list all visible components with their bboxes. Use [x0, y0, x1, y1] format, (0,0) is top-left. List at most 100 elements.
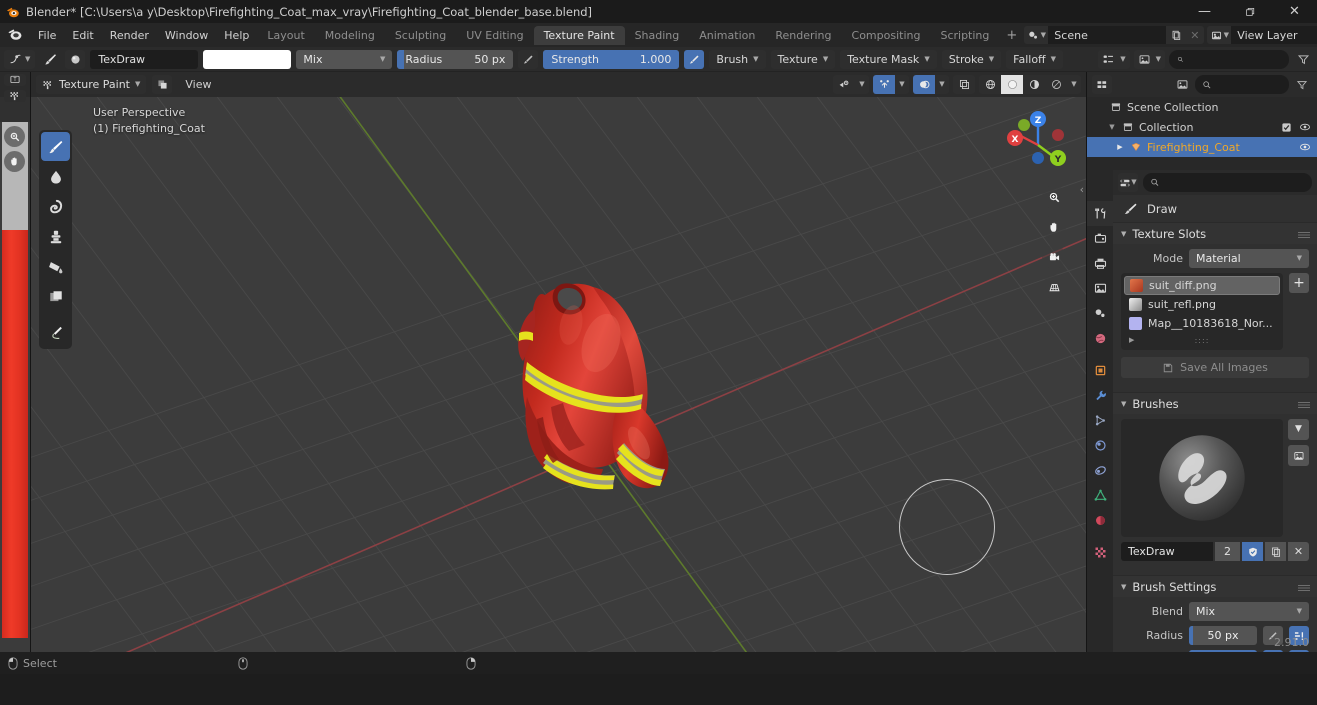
- outliner-search-field[interactable]: [1216, 77, 1282, 92]
- object-visibility-icon[interactable]: [833, 75, 855, 94]
- hand-icon[interactable]: [4, 151, 25, 172]
- outliner-row-scene-collection[interactable]: Scene Collection: [1087, 97, 1317, 117]
- texture-mask-popover[interactable]: Texture Mask ▼: [840, 49, 937, 69]
- list-expand-icon[interactable]: ▶: [1129, 336, 1134, 344]
- outliner-display-mode-icon[interactable]: [1172, 75, 1192, 94]
- navigation-gizmo[interactable]: Z X Y: [1002, 105, 1074, 177]
- chevron-down-icon[interactable]: ▼: [855, 75, 869, 94]
- panel-header-brush-settings[interactable]: ▼ Brush Settings: [1113, 575, 1317, 597]
- list-resize-grip[interactable]: ::::: [1195, 336, 1210, 345]
- duplicate-brush-button[interactable]: [1265, 542, 1286, 561]
- texture-paint-mode-icon[interactable]: [4, 90, 26, 102]
- wireframe-shading-button[interactable]: [979, 75, 1001, 94]
- image-editor-canvas[interactable]: [0, 122, 30, 652]
- unlink-brush-button[interactable]: ✕: [1288, 542, 1309, 561]
- texture-slot-list[interactable]: suit_diff.png suit_refl.png Map__1018361…: [1121, 273, 1283, 350]
- view-layer-name-field[interactable]: View Layer: [1231, 26, 1317, 44]
- browse-brush-button[interactable]: ▼: [1288, 419, 1309, 440]
- falloff-popover[interactable]: Falloff ▼: [1006, 49, 1064, 69]
- minimize-button[interactable]: —: [1182, 0, 1227, 23]
- properties-tab-particles[interactable]: [1087, 408, 1113, 433]
- eye-icon[interactable]: [1299, 141, 1311, 153]
- search-input[interactable]: [1169, 49, 1289, 69]
- clone-tool-button[interactable]: [41, 222, 70, 251]
- radius-slider[interactable]: Radius 50 px: [397, 49, 514, 69]
- properties-tab-render[interactable]: [1087, 226, 1113, 251]
- brush-tool-icon[interactable]: [40, 50, 60, 69]
- properties-search-input[interactable]: [1143, 173, 1312, 192]
- strength-slider[interactable]: Strength 1.000: [543, 49, 680, 69]
- draw-tool-button[interactable]: [41, 132, 70, 161]
- texture-slot-item[interactable]: suit_diff.png: [1124, 276, 1280, 295]
- brush-popover[interactable]: Brush ▼: [709, 49, 766, 69]
- zoom-view-button[interactable]: [1042, 185, 1066, 209]
- brush-color-swatch[interactable]: [203, 49, 292, 69]
- overlay-popover[interactable]: ▼: [1133, 49, 1165, 69]
- workspace-tab-uv-editing[interactable]: UV Editing: [456, 26, 533, 45]
- properties-tab-modifiers[interactable]: [1087, 383, 1113, 408]
- chevron-down-icon[interactable]: ▼: [895, 75, 909, 94]
- menu-file[interactable]: File: [30, 27, 64, 44]
- workspace-tab-layout[interactable]: Layout: [257, 26, 314, 45]
- scene-name-field[interactable]: Scene: [1048, 26, 1167, 44]
- firefighting-coat-model[interactable]: [489, 247, 689, 547]
- viewport-view-menu[interactable]: View: [178, 76, 218, 93]
- workspace-tab-rendering[interactable]: Rendering: [765, 26, 841, 45]
- fake-user-toggle[interactable]: [1242, 542, 1263, 561]
- properties-tab-scene[interactable]: [1087, 301, 1113, 326]
- workspace-tab-sculpting[interactable]: Sculpting: [385, 26, 456, 45]
- uv-editor-icon[interactable]: T: [4, 74, 26, 86]
- workspace-tab-texture-paint[interactable]: Texture Paint: [533, 25, 625, 45]
- menu-edit[interactable]: Edit: [64, 27, 101, 44]
- solid-shading-button[interactable]: [1001, 75, 1023, 94]
- sidebar-toggle-arrow[interactable]: ‹: [1080, 183, 1084, 196]
- blender-menu-icon[interactable]: [7, 26, 25, 44]
- disclosure-icon[interactable]: ▼: [1107, 123, 1117, 131]
- brush-datablock-icon[interactable]: [65, 49, 86, 69]
- panel-drag-grip[interactable]: [1298, 584, 1310, 592]
- properties-tab-output[interactable]: [1087, 251, 1113, 276]
- brush-name-field[interactable]: TexDraw: [90, 49, 199, 69]
- stroke-popover[interactable]: Stroke ▼: [941, 49, 1002, 69]
- texture-slot-item[interactable]: Map__10183618_Nor...: [1124, 314, 1280, 333]
- texture-slots-mode-dropdown[interactable]: Material ▼: [1189, 249, 1309, 268]
- fill-tool-button[interactable]: [41, 252, 70, 281]
- properties-tab-constraints[interactable]: [1087, 458, 1113, 483]
- panel-drag-grip[interactable]: [1298, 401, 1310, 409]
- panel-expand-icon[interactable]: ▼: [1121, 400, 1126, 408]
- properties-tab-physics[interactable]: [1087, 433, 1113, 458]
- new-scene-button[interactable]: [1166, 26, 1186, 44]
- brush-users-count[interactable]: 2: [1215, 542, 1240, 561]
- overlays-icon[interactable]: [913, 75, 935, 94]
- maximize-button[interactable]: [1227, 0, 1272, 23]
- mask-tool-button[interactable]: [41, 282, 70, 311]
- properties-search-field[interactable]: [1164, 175, 1305, 190]
- scene-icon[interactable]: ▼: [1024, 26, 1049, 44]
- checkbox-icon[interactable]: [1281, 122, 1292, 133]
- toggle-perspective-button[interactable]: [1042, 275, 1066, 299]
- menu-render[interactable]: Render: [102, 27, 157, 44]
- add-texture-slot-button[interactable]: +: [1289, 273, 1309, 293]
- camera-view-button[interactable]: [1042, 245, 1066, 269]
- interaction-mode-dropdown[interactable]: Texture Paint ▼: [36, 75, 147, 94]
- rendered-shading-button[interactable]: [1045, 75, 1067, 94]
- outliner-search-input[interactable]: [1195, 75, 1289, 94]
- properties-tab-world[interactable]: [1087, 326, 1113, 351]
- properties-tab-texture[interactable]: [1087, 540, 1113, 565]
- properties-tab-object-data[interactable]: [1087, 483, 1113, 508]
- filter-icon[interactable]: [1293, 50, 1313, 69]
- eye-icon[interactable]: [1299, 121, 1311, 133]
- blend-mode-dropdown[interactable]: Mix ▼: [296, 49, 393, 69]
- view-layer-icon[interactable]: ▼: [1207, 26, 1232, 44]
- workspace-tab-compositing[interactable]: Compositing: [842, 26, 931, 45]
- falloff-curve-button[interactable]: ▼: [4, 49, 36, 69]
- xray-toggle[interactable]: [953, 75, 975, 94]
- properties-tab-tool[interactable]: [1087, 201, 1113, 226]
- gizmo-icon[interactable]: [873, 75, 895, 94]
- smear-tool-button[interactable]: [41, 192, 70, 221]
- object-visibility-popover[interactable]: ▼: [833, 75, 869, 94]
- properties-tab-material[interactable]: [1087, 508, 1113, 533]
- workspace-tab-shading[interactable]: Shading: [625, 26, 690, 45]
- panel-expand-icon[interactable]: ▼: [1121, 230, 1126, 238]
- gizmo-popover[interactable]: ▼: [873, 75, 909, 94]
